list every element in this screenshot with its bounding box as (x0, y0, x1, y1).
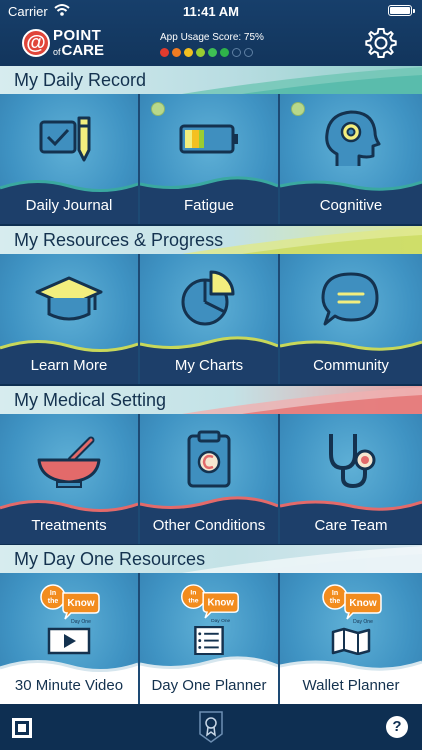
section-header-day-one-resources: My Day One Resources (0, 545, 422, 573)
tile-label: My Charts (174, 357, 244, 374)
battery-status-icon (388, 5, 415, 16)
wallet-planner-tile[interactable]: In the Know Day One Wallet Planner (280, 573, 422, 704)
in-the-know-logo-icon: In the Know Day One (322, 584, 382, 625)
section-header-resources-progress: My Resources & Progress (0, 226, 422, 254)
usage-score-dot (232, 48, 241, 57)
svg-text:Day One: Day One (71, 619, 91, 625)
help-button[interactable]: ? (386, 716, 408, 738)
tile-label: 30 Minute Video (14, 677, 124, 694)
care-team-tile[interactable]: Care Team (280, 414, 422, 544)
usage-score-dots (160, 48, 270, 57)
svg-text:Know: Know (67, 598, 94, 609)
tile-label: Learn More (30, 357, 108, 374)
app-header: Carrier 11:41 AM @ POINT ofCARE App Usag… (0, 0, 422, 66)
video-play-icon (47, 627, 91, 655)
clipboard-icon (187, 430, 231, 488)
checklist-icon (194, 625, 224, 655)
folded-map-icon (331, 627, 371, 655)
logo-text-bottom: CARE (61, 42, 105, 59)
status-time: 11:41 AM (183, 4, 239, 19)
tile-label: Treatments (31, 517, 107, 534)
learn-more-tile[interactable]: Learn More (0, 254, 140, 384)
tile-grid-medical-setting: Treatments Other Conditions Care Team (0, 414, 422, 544)
video-tile[interactable]: In the Know Day One 30 Minute Video (0, 573, 140, 704)
tile-label: Care Team (314, 517, 388, 534)
tile-grid-daily-record: Daily Journal Fatigue Cognitive (0, 94, 422, 224)
logo-at-icon: @ (22, 29, 50, 57)
bottom-bar: ? (0, 704, 422, 750)
tile-label: Wallet Planner (302, 677, 400, 694)
battery-icon (179, 124, 238, 154)
head-gear-icon (325, 110, 381, 166)
usage-score-dot (196, 48, 205, 57)
in-the-know-logo-icon: In the Know Day One (40, 584, 100, 625)
app-usage-score: App Usage Score: 75% (160, 32, 270, 57)
section-header-daily-record: My Daily Record (0, 66, 422, 94)
svg-text:In: In (332, 590, 338, 597)
treatments-tile[interactable]: Treatments (0, 414, 140, 544)
community-tile[interactable]: Community (280, 254, 422, 384)
section-title: My Daily Record (14, 70, 147, 90)
tile-label: Daily Journal (25, 197, 113, 214)
svg-text:Day One: Day One (353, 619, 373, 625)
my-charts-tile[interactable]: My Charts (140, 254, 280, 384)
logo-text-of: of (53, 47, 61, 57)
daily-journal-tile[interactable]: Daily Journal (0, 94, 140, 224)
tile-label: Community (313, 357, 389, 374)
usage-score-dot (172, 48, 181, 57)
ribbon-badge-icon[interactable] (197, 710, 225, 744)
chat-bubble-icon (321, 272, 379, 326)
tile-label: Day One Planner (151, 677, 267, 694)
qr-code-icon[interactable] (12, 718, 32, 738)
svg-text:the: the (330, 598, 341, 605)
settings-gear-icon[interactable] (364, 26, 398, 60)
day-one-planner-tile[interactable]: In the Know Day One Day One Planner (140, 573, 280, 704)
tile-grid-resources-progress: Learn More My Charts Community (0, 254, 422, 384)
cognitive-tile[interactable]: Cognitive (280, 94, 422, 224)
section-title: My Day One Resources (14, 549, 206, 569)
pie-chart-icon (181, 270, 235, 326)
usage-score-dot (184, 48, 193, 57)
svg-text:In: In (190, 590, 196, 597)
svg-text:Know: Know (207, 597, 234, 608)
section-title: My Resources & Progress (14, 230, 224, 250)
logo-text-top: POINT (53, 27, 102, 44)
svg-text:the: the (48, 598, 59, 605)
tile-label: Cognitive (319, 197, 383, 214)
journal-checkbox-icon (39, 116, 91, 162)
stethoscope-icon (329, 434, 376, 489)
in-the-know-logo-icon: In the Know Day One (181, 584, 239, 624)
tile-label: Fatigue (183, 197, 235, 214)
usage-score-dot (220, 48, 229, 57)
status-bar: Carrier 11:41 AM (0, 0, 422, 22)
point-of-care-logo: @ POINT ofCARE (22, 26, 104, 60)
other-conditions-tile[interactable]: Other Conditions (140, 414, 280, 544)
usage-score-dot (160, 48, 169, 57)
usage-score-label: App Usage Score: 75% (160, 32, 264, 43)
section-header-medical-setting: My Medical Setting (0, 386, 422, 414)
svg-text:the: the (188, 597, 198, 604)
tile-grid-day-one-resources: In the Know Day One 30 Minute Video In t… (0, 573, 422, 704)
usage-score-dot (208, 48, 217, 57)
svg-text:Day One: Day One (211, 618, 230, 624)
tile-label: Other Conditions (152, 517, 266, 534)
fatigue-tile[interactable]: Fatigue (140, 94, 280, 224)
svg-text:In: In (50, 590, 56, 597)
mortar-pestle-icon (37, 436, 101, 488)
svg-text:Know: Know (349, 598, 376, 609)
graduation-cap-icon (35, 276, 103, 321)
section-title: My Medical Setting (14, 390, 167, 410)
usage-score-dot (244, 48, 253, 57)
